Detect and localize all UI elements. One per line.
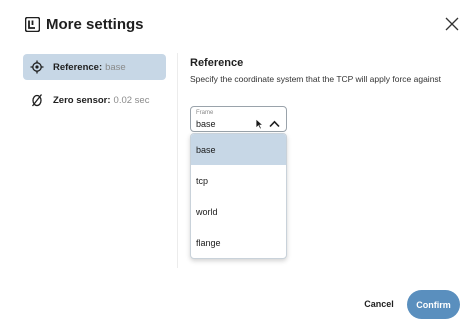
zero-slash-icon bbox=[30, 93, 44, 107]
close-icon[interactable] bbox=[445, 17, 459, 31]
frame-select-label: Frame bbox=[196, 110, 214, 116]
sidebar-item-reference[interactable]: Reference: base bbox=[23, 54, 166, 80]
frame-select-value: base bbox=[196, 119, 216, 129]
sidebar-item-value: base bbox=[105, 61, 126, 73]
section-description: Specify the coordinate system that the T… bbox=[190, 74, 442, 84]
vertical-divider bbox=[177, 53, 178, 268]
more-settings-dialog: More settings Reference: base Zero senso… bbox=[0, 0, 461, 325]
frame-dropdown-menu: base tcp world flange bbox=[190, 133, 287, 259]
frame-select[interactable]: Frame base bbox=[190, 106, 287, 132]
cancel-button[interactable]: Cancel bbox=[358, 293, 400, 315]
dropdown-option-world[interactable]: world bbox=[191, 196, 286, 227]
dropdown-option-tcp[interactable]: tcp bbox=[191, 165, 286, 196]
sidebar-item-label: Zero sensor: bbox=[53, 94, 111, 106]
sidebar-item-zero-sensor[interactable]: Zero sensor: 0.02 sec bbox=[23, 87, 166, 113]
dropdown-option-base[interactable]: base bbox=[191, 134, 286, 165]
sidebar-item-value: 0.02 sec bbox=[113, 94, 150, 106]
sidebar-item-label: Reference: bbox=[53, 61, 103, 73]
dialog-title: More settings bbox=[46, 16, 144, 33]
chevron-up-icon[interactable] bbox=[269, 115, 280, 128]
dropdown-option-flange[interactable]: flange bbox=[191, 227, 286, 258]
confirm-button[interactable]: Confirm bbox=[407, 290, 460, 319]
section-title: Reference bbox=[190, 57, 244, 69]
crosshair-target-icon bbox=[30, 60, 44, 74]
ur-logo-icon bbox=[24, 16, 41, 33]
